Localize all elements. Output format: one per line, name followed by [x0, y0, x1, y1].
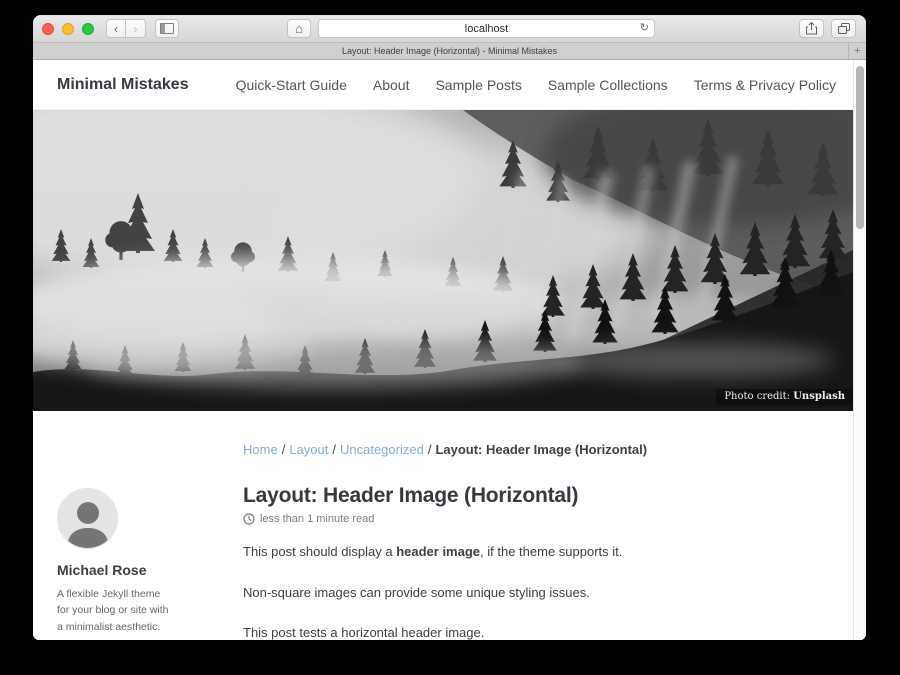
share-icon [806, 22, 817, 35]
breadcrumb-separator: / [428, 442, 432, 457]
header-image: Photo credit: Unsplash [33, 110, 853, 411]
article-layout: Michael Rose A flexible Jekyll theme for… [33, 411, 853, 640]
paragraph-1-text-after: , if the theme supports it. [480, 544, 622, 559]
forward-icon: › [134, 22, 138, 36]
tabs-icon [838, 23, 850, 34]
active-tab[interactable]: Layout: Header Image (Horizontal) - Mini… [342, 46, 557, 56]
url-field[interactable]: localhost ↻ [318, 19, 655, 38]
url-text: localhost [465, 23, 508, 35]
minimize-window-button[interactable] [62, 23, 74, 35]
site-nav: Quick-Start Guide About Sample Posts Sam… [236, 77, 836, 93]
nav-item-about[interactable]: About [373, 77, 410, 93]
nav-item-quick-start-guide[interactable]: Quick-Start Guide [236, 77, 347, 93]
safari-window: ‹ › ⌂ localhost ↻ [33, 15, 866, 640]
breadcrumb-link-home[interactable]: Home [243, 442, 278, 457]
author-bio: A flexible Jekyll theme for your blog or… [57, 586, 173, 635]
breadcrumb-separator: / [282, 442, 286, 457]
paragraph-1-text: This post should display a [243, 544, 396, 559]
photo-credit-source: Unsplash [793, 391, 845, 402]
scrollbar-track[interactable] [853, 60, 866, 640]
tab-bar: Layout: Header Image (Horizontal) - Mini… [33, 43, 866, 60]
zoom-window-button[interactable] [82, 23, 94, 35]
breadcrumb-separator: / [332, 442, 336, 457]
breadcrumb-link-uncategorized[interactable]: Uncategorized [340, 442, 424, 457]
browser-titlebar: ‹ › ⌂ localhost ↻ [33, 15, 866, 43]
author-name: Michael Rose [57, 562, 207, 578]
article-main: Home/Layout/Uncategorized/Layout: Header… [243, 411, 647, 640]
home-button[interactable]: ⌂ [287, 19, 311, 38]
history-nav: ‹ › [106, 19, 146, 38]
nav-item-sample-posts[interactable]: Sample Posts [435, 77, 521, 93]
back-button[interactable]: ‹ [106, 19, 126, 38]
home-icon: ⌂ [295, 21, 303, 36]
paragraph-3: This post tests a horizontal header imag… [243, 623, 647, 640]
scrollbar-thumb[interactable] [856, 66, 864, 229]
site-title-link[interactable]: Minimal Mistakes [57, 76, 189, 94]
sidebar-toggle-button[interactable] [155, 19, 179, 38]
person-silhouette-icon [58, 489, 118, 549]
paragraph-1: This post should display a header image,… [243, 542, 647, 562]
forward-button[interactable]: › [126, 19, 146, 38]
new-tab-button[interactable]: + [848, 43, 866, 59]
photo-credit: Photo credit: Unsplash [716, 389, 853, 405]
paragraph-2: Non-square images can provide some uniqu… [243, 583, 647, 603]
sidebar-icon [160, 23, 174, 34]
breadcrumb: Home/Layout/Uncategorized/Layout: Header… [243, 442, 647, 457]
read-time-text: less than 1 minute read [260, 513, 374, 525]
read-time: less than 1 minute read [243, 513, 647, 525]
page-title: Layout: Header Image (Horizontal) [243, 484, 647, 508]
page-content: Minimal Mistakes Quick-Start Guide About… [33, 60, 866, 640]
masthead: Minimal Mistakes Quick-Start Guide About… [33, 60, 853, 110]
close-window-button[interactable] [42, 23, 54, 35]
share-button[interactable] [799, 19, 824, 38]
paragraph-1-bold: header image [396, 544, 480, 559]
reload-icon[interactable]: ↻ [640, 21, 649, 34]
back-icon: ‹ [114, 22, 118, 36]
nav-item-terms-privacy[interactable]: Terms & Privacy Policy [694, 77, 836, 93]
clock-icon [243, 513, 255, 525]
foggy-forest-illustration [33, 110, 853, 411]
author-sidebar: Michael Rose A flexible Jekyll theme for… [57, 411, 207, 640]
tab-overview-button[interactable] [831, 19, 856, 38]
traffic-lights [42, 23, 94, 35]
breadcrumb-current: Layout: Header Image (Horizontal) [435, 442, 647, 457]
photo-credit-label: Photo credit: [724, 391, 793, 402]
nav-item-sample-collections[interactable]: Sample Collections [548, 77, 668, 93]
breadcrumb-link-layout[interactable]: Layout [289, 442, 328, 457]
author-avatar [57, 488, 118, 549]
